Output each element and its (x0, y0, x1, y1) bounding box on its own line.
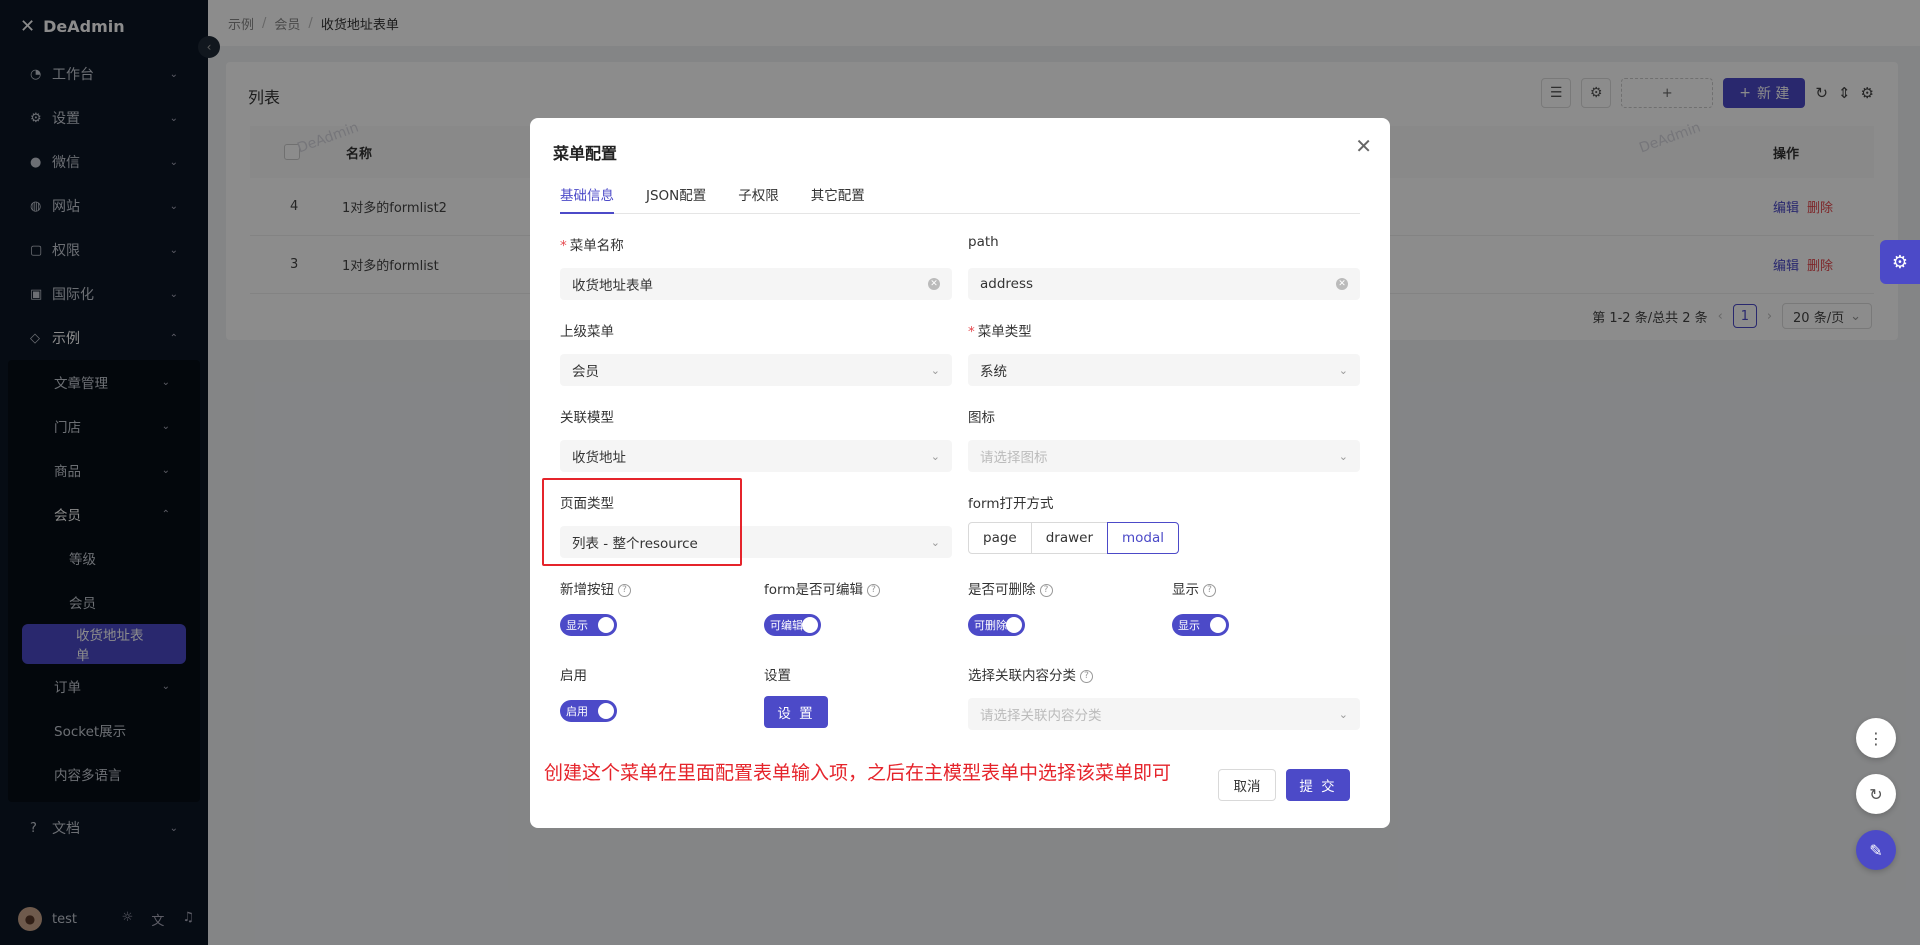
clear-icon[interactable]: ✕ (1336, 278, 1348, 290)
brush-icon: ✎ (1869, 840, 1883, 860)
help-icon: ? (866, 583, 880, 597)
page-type-field: 页面类型 列表 - 整个resource ⌄ (560, 492, 952, 558)
more-button[interactable]: ⋮ (1856, 718, 1896, 758)
chevron-down-icon: ⌄ (930, 535, 940, 549)
deletable-switch[interactable]: 可删除 (968, 614, 1025, 636)
form-open-page[interactable]: page (968, 522, 1032, 554)
add-button-switch[interactable]: 显示 (560, 614, 617, 636)
close-icon[interactable]: ✕ (1355, 134, 1372, 158)
parent-menu-select[interactable]: 会员 ⌄ (560, 354, 952, 386)
tab-basic[interactable]: 基础信息 (560, 184, 614, 214)
tab-sub-permissions[interactable]: 子权限 (738, 184, 779, 214)
brush-button[interactable]: ✎ (1856, 830, 1896, 870)
enable-switch[interactable]: 启用 (560, 700, 617, 722)
form-open-modal[interactable]: modal (1107, 522, 1180, 554)
form-open-field: form打开方式 page drawer modal (968, 492, 1360, 554)
model-field: 关联模型 收货地址 ⌄ (560, 406, 952, 472)
form-open-drawer[interactable]: drawer (1030, 522, 1109, 554)
submit-button[interactable]: 提 交 (1286, 769, 1350, 801)
show-switch[interactable]: 显示 (1172, 614, 1229, 636)
help-icon: ? (1203, 583, 1216, 597)
more-icon: ⋮ (1868, 728, 1884, 748)
chevron-down-icon: ⌄ (1338, 707, 1348, 721)
content-category-field: 选择关联内容分类? 请选择关联内容分类 ⌄ (968, 664, 1360, 730)
annotation-text: 创建这个菜单在里面配置表单输入项，之后在主模型表单中选择该菜单即可 (544, 762, 1172, 784)
icon-field: 图标 请选择图标 ⌄ (968, 406, 1360, 472)
form-editable-field: form是否可编辑? 可编辑 (764, 578, 880, 636)
cancel-button[interactable]: 取消 (1218, 769, 1276, 801)
help-icon: ? (618, 583, 631, 597)
deletable-field: 是否可删除? 可删除 (968, 578, 1053, 636)
modal-title: 菜单配置 (553, 144, 618, 163)
path-input[interactable]: address ✕ (968, 268, 1360, 300)
menu-type-field: * 菜单类型 系统 ⌄ (968, 320, 1360, 386)
parent-menu-field: 上级菜单 会员 ⌄ (560, 320, 952, 386)
chevron-down-icon: ⌄ (1338, 449, 1348, 463)
sync-icon: ↻ (1869, 784, 1883, 804)
icon-select[interactable]: 请选择图标 ⌄ (968, 440, 1360, 472)
path-field: path address ✕ (968, 234, 1360, 300)
form-open-segmented: page drawer modal (968, 522, 1360, 554)
chevron-down-icon: ⌄ (1338, 363, 1348, 377)
chevron-down-icon: ⌄ (930, 449, 940, 463)
theme-settings-button[interactable]: ⚙ (1880, 240, 1920, 284)
form-editable-switch[interactable]: 可编辑 (764, 614, 821, 636)
settings-button[interactable]: 设 置 (764, 696, 828, 728)
gear-icon: ⚙ (1891, 251, 1909, 273)
sync-button[interactable]: ↻ (1856, 774, 1896, 814)
settings-field: 设置 设 置 (764, 664, 828, 728)
tab-json[interactable]: JSON配置 (646, 184, 706, 214)
add-button-field: 新增按钮? 显示 (560, 578, 631, 636)
modal-tabs: 基础信息 JSON配置 子权限 其它配置 (560, 184, 1360, 214)
menu-name-field: * 菜单名称 收货地址表单 ✕ (560, 234, 952, 300)
menu-config-modal: 菜单配置 ✕ 基础信息 JSON配置 子权限 其它配置 * 菜单名称 收货地址表单… (530, 118, 1390, 828)
model-select[interactable]: 收货地址 ⌄ (560, 440, 952, 472)
content-category-select[interactable]: 请选择关联内容分类 ⌄ (968, 698, 1360, 730)
menu-type-select[interactable]: 系统 ⌄ (968, 354, 1360, 386)
clear-icon[interactable]: ✕ (928, 278, 940, 290)
menu-name-input[interactable]: 收货地址表单 ✕ (560, 268, 952, 300)
tab-other[interactable]: 其它配置 (811, 184, 865, 214)
page-type-select[interactable]: 列表 - 整个resource ⌄ (560, 526, 952, 558)
help-icon: ? (1080, 669, 1093, 683)
show-field: 显示? 显示 (1172, 578, 1229, 636)
enable-field: 启用 启用 (560, 664, 617, 722)
help-icon: ? (1039, 583, 1053, 597)
chevron-down-icon: ⌄ (930, 363, 940, 377)
